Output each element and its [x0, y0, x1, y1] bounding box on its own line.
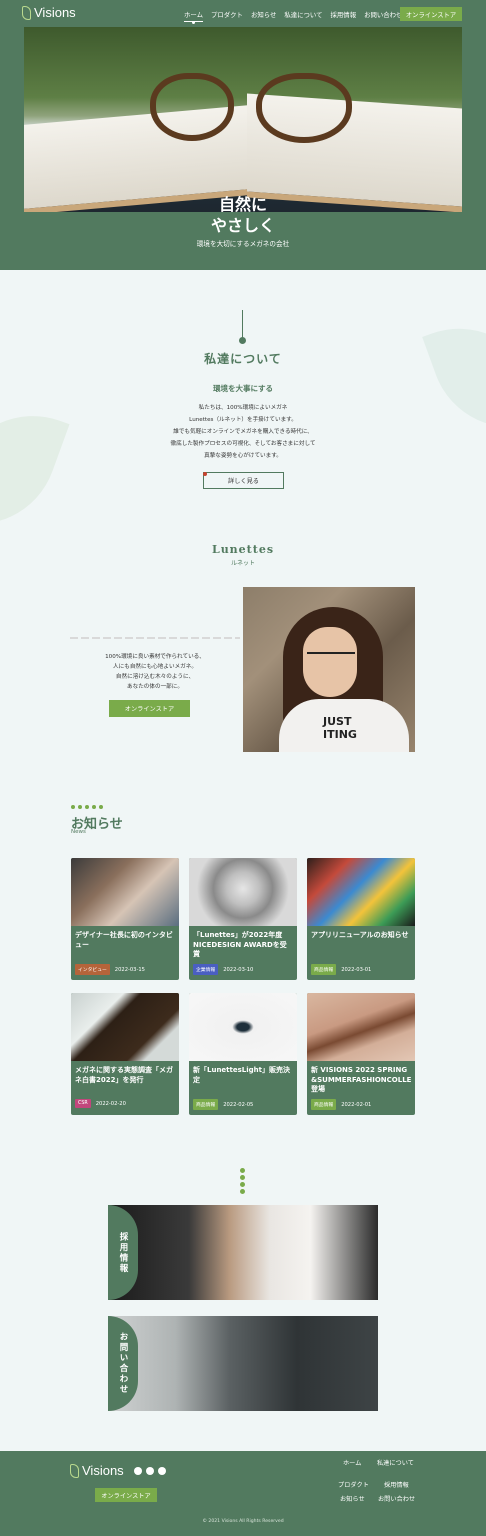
- lunettes-text-line: あなたの体の一部に。: [127, 684, 183, 690]
- nav-item-news[interactable]: お知らせ: [251, 10, 276, 19]
- instagram-icon[interactable]: [158, 1467, 166, 1475]
- category-badge: 企業情報: [193, 964, 219, 975]
- leaf-logo-icon: [22, 5, 31, 20]
- footer-link-home[interactable]: ホーム: [343, 1458, 361, 1467]
- twitter-icon[interactable]: [134, 1467, 142, 1475]
- main-nav: ホーム プロダクト お知らせ 私達について 採用情報 お問い合わせ: [184, 10, 402, 24]
- hero-title-line2: やさしく: [210, 216, 275, 235]
- footer-link-recruit[interactable]: 採用情報: [384, 1480, 409, 1489]
- news-card[interactable]: アプリリニューアルのお知らせ 商品情報 2022-03-01: [307, 858, 415, 980]
- about-text-line: 私たちは、100%環境によいメガネ: [198, 405, 288, 411]
- site-footer: Visions オンラインストア ホーム 私達について プロダクト 採用情報 お…: [0, 1451, 486, 1536]
- line-icon[interactable]: [146, 1467, 154, 1475]
- about-text-line: Lunettes（ルネット）を手掛けています。: [189, 417, 297, 423]
- nav-item-recruit[interactable]: 採用情報: [331, 10, 357, 19]
- category-badge: 商品情報: [311, 1099, 337, 1110]
- news-card[interactable]: メガネに関する実態調査「メガネ白書2022」を発行 CSR 2022-02-20: [71, 993, 179, 1115]
- about-text-line: 誰でも気軽にオンラインでメガネを購入できる時代に、: [173, 429, 313, 435]
- about-subtitle: 環境を大事にする: [212, 384, 274, 393]
- lunettes-text-line: 人にも自然にも心地よいメガネ。: [113, 664, 197, 670]
- copyright: © 2021 Visions All Rights Reserved: [202, 1519, 284, 1524]
- category-badge: インタビュー: [75, 964, 110, 975]
- news-image: [71, 993, 179, 1061]
- news-image: [189, 858, 297, 926]
- divider-line: [242, 310, 243, 340]
- news-date: 2022-02-05: [223, 1101, 254, 1108]
- nav-item-about[interactable]: 私達について: [284, 10, 322, 19]
- news-card-title: 「Lunettes」が2022年度NICEDESIGN AWARDを受賞: [193, 931, 287, 958]
- news-card[interactable]: 「Lunettes」が2022年度NICEDESIGN AWARDを受賞 企業情…: [189, 858, 297, 980]
- lunettes-text-line: 100%環境に良い素材で作られている、: [105, 654, 205, 660]
- nav-item-contact[interactable]: お問い合わせ: [364, 10, 402, 19]
- recruit-banner-label: 採用情報: [108, 1205, 138, 1300]
- news-card-title: アプリリニューアルのお知らせ: [311, 931, 409, 939]
- news-card-title: 新 VISIONS 2022 SPRING &SUMMERFASHIONCOLL…: [311, 1066, 411, 1093]
- online-store-button[interactable]: オンラインストア: [400, 7, 462, 21]
- footer-link-about[interactable]: 私達について: [377, 1458, 414, 1467]
- news-card-title: メガネに関する実態調査「メガネ白書2022」を発行: [75, 1066, 173, 1084]
- news-card[interactable]: 新「LunettesLight」販売決定 商品情報 2022-02-05: [189, 993, 297, 1115]
- dots-divider-icon: [240, 1168, 245, 1194]
- news-card-title: 新「LunettesLight」販売決定: [193, 1066, 290, 1084]
- news-image: [307, 993, 415, 1061]
- lunettes-description: 100%環境に良い素材で作られている、 人にも自然にも心地よいメガネ。 自然に溶…: [70, 652, 240, 692]
- footer-store-button[interactable]: オンラインストア: [95, 1488, 157, 1502]
- news-dots-icon: [71, 805, 103, 809]
- news-date: 2022-03-15: [114, 966, 145, 973]
- footer-link-news[interactable]: お知らせ: [340, 1494, 365, 1503]
- news-image: [189, 993, 297, 1061]
- news-title-en: News: [71, 829, 86, 835]
- news-date: 2022-03-01: [341, 966, 372, 973]
- news-card[interactable]: デザイナー社長に初のインタビュー インタビュー 2022-03-15: [71, 858, 179, 980]
- lunettes-brand: Lunettes: [211, 543, 275, 556]
- news-card[interactable]: 新 VISIONS 2022 SPRING &SUMMERFASHIONCOLL…: [307, 993, 415, 1115]
- footer-logo[interactable]: Visions: [70, 1463, 124, 1478]
- news-image: [307, 858, 415, 926]
- category-badge: 商品情報: [311, 964, 337, 975]
- divider-dashes: [70, 637, 240, 639]
- footer-link-product[interactable]: プロダクト: [338, 1480, 369, 1489]
- footer-link-contact[interactable]: お問い合わせ: [378, 1494, 415, 1503]
- glasses-icon: [307, 652, 355, 664]
- hero-subtitle: 環境を大切にするメガネの会社: [196, 240, 290, 248]
- recruit-banner[interactable]: 採用情報: [108, 1205, 378, 1300]
- contact-banner-label: お問い合わせ: [108, 1316, 138, 1411]
- model-photo: JUST ITING: [243, 587, 415, 752]
- logo-text: Visions: [34, 5, 76, 20]
- shirt-text: JUST ITING: [323, 715, 357, 741]
- category-badge: CSR: [75, 1099, 91, 1108]
- social-icons: [134, 1467, 166, 1475]
- site-logo[interactable]: Visions: [22, 5, 76, 20]
- nav-item-product[interactable]: プロダクト: [211, 10, 243, 19]
- news-date: 2022-02-01: [341, 1101, 372, 1108]
- news-date: 2022-03-10: [223, 966, 254, 973]
- news-image: [71, 858, 179, 926]
- hero-image: [24, 27, 462, 212]
- about-text-line: 真摯な姿勢を心がけています。: [204, 453, 282, 459]
- footer-logo-text: Visions: [82, 1463, 124, 1478]
- contact-banner[interactable]: お問い合わせ: [108, 1316, 378, 1411]
- about-text-line: 徹底した製作プロセスの可視化、そしてお客さまに対して: [170, 441, 316, 447]
- read-more-button[interactable]: 詳しく見る: [203, 472, 284, 489]
- divider-dot: [239, 337, 246, 344]
- lunettes-brand-kana: ルネット: [230, 560, 255, 567]
- lunettes-text-line: 自然に溶け込む木々のように、: [115, 674, 195, 680]
- lunettes-store-button[interactable]: オンラインストア: [109, 700, 190, 717]
- news-date: 2022-02-20: [95, 1100, 126, 1107]
- about-title: 私達について: [204, 352, 282, 366]
- nav-item-home[interactable]: ホーム: [184, 10, 203, 24]
- category-badge: 商品情報: [193, 1099, 219, 1110]
- leaf-logo-icon: [70, 1463, 79, 1478]
- news-card-title: デザイナー社長に初のインタビュー: [75, 931, 173, 949]
